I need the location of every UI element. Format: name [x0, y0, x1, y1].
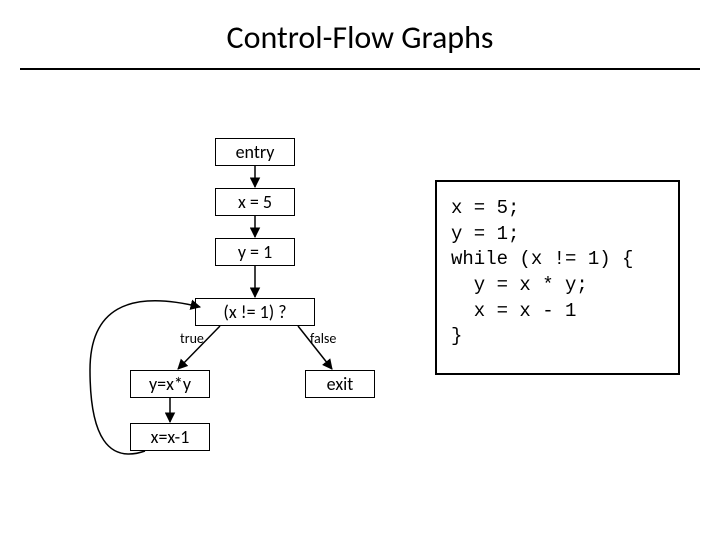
node-y-mul: y=x*y	[130, 370, 210, 398]
node-y-assign: y = 1	[215, 238, 295, 266]
node-condition: (x != 1) ?	[195, 298, 315, 326]
node-x-dec: x=x-1	[130, 423, 210, 451]
edge-label-false: false	[310, 330, 336, 347]
page-title: Control-Flow Graphs	[0, 18, 720, 57]
code-listing: x = 5; y = 1; while (x != 1) { y = x * y…	[435, 180, 680, 375]
node-exit: exit	[305, 370, 375, 398]
node-entry: entry	[215, 138, 295, 166]
edge-label-true: true	[180, 330, 204, 347]
title-underline	[20, 68, 700, 70]
slide: Control-Flow Graphs entry x = 5 y = 1 (x…	[0, 0, 720, 540]
node-x-assign: x = 5	[215, 188, 295, 216]
